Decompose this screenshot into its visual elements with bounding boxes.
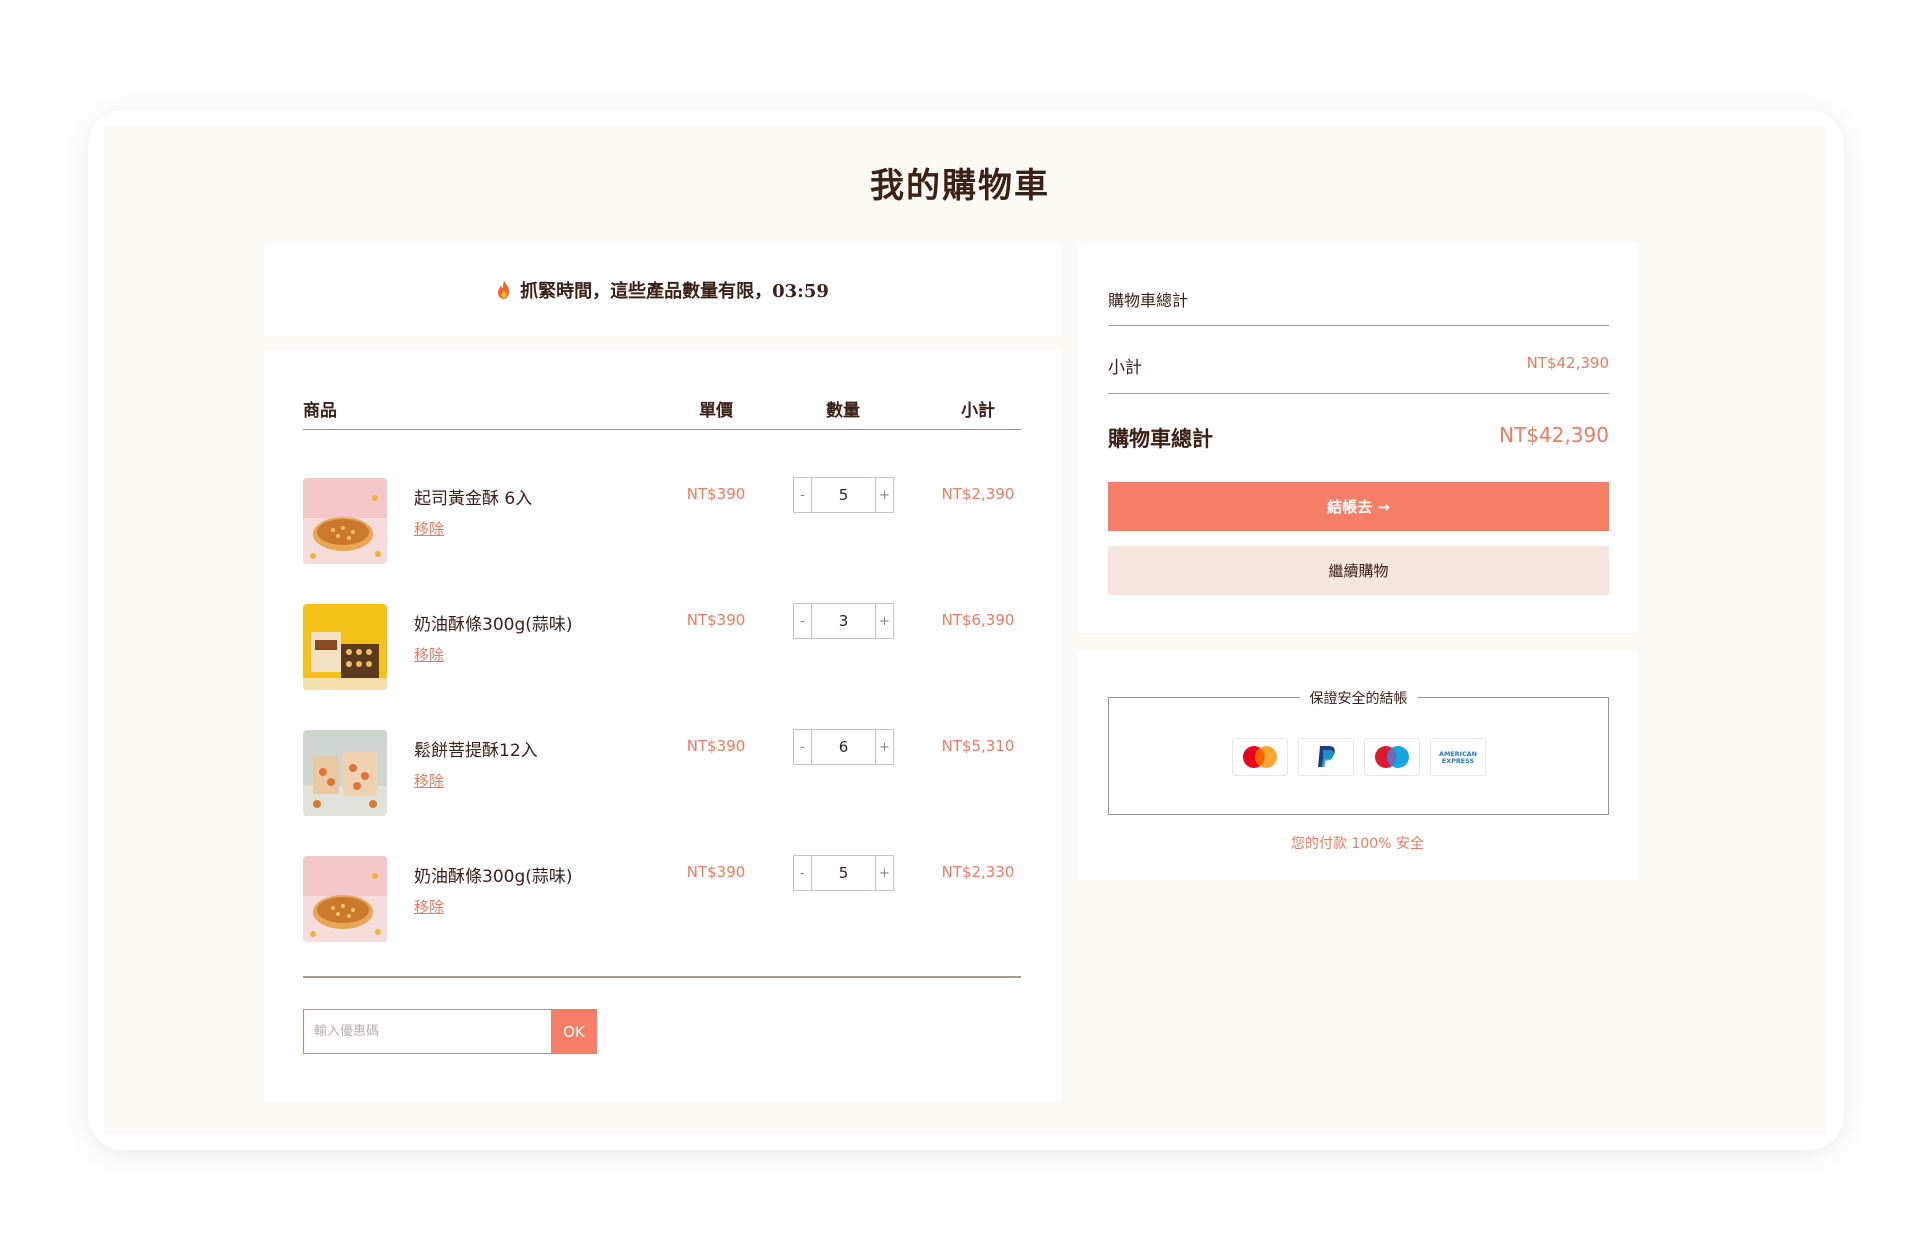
product-thumbnail	[303, 478, 387, 564]
product-thumbnail	[303, 730, 387, 816]
cart-row: 鬆餅菩提酥12入 移除 NT$390 - 6 + NT$5,310	[303, 729, 1021, 820]
remove-link[interactable]: 移除	[414, 518, 444, 539]
unit-price: NT$390	[686, 611, 746, 629]
line-subtotal: NT$2,390	[941, 485, 1015, 503]
column-price: 單價	[699, 401, 733, 421]
page-title: 我的購物車	[870, 166, 1050, 206]
cart-row: 奶油酥條300g(蒜味) 移除 NT$390 - 5 + NT$2,330	[303, 855, 1021, 946]
table-divider	[303, 976, 1021, 978]
decrease-button[interactable]: -	[794, 730, 812, 764]
product-name: 奶油酥條300g(蒜味)	[414, 867, 573, 887]
amex-text-line2: EXPRESS	[1441, 757, 1474, 765]
countdown-message: 抓緊時間，這些產品數量有限，	[520, 280, 773, 302]
quantity-value[interactable]: 6	[812, 730, 875, 764]
quantity-value[interactable]: 5	[812, 856, 875, 890]
increase-button[interactable]: +	[875, 856, 893, 890]
coupon-form: OK	[303, 1009, 597, 1054]
mastercard-icon	[1231, 738, 1288, 776]
secure-checkout-box: 保證安全的結帳 AMERICAN EXPRESS	[1108, 688, 1609, 815]
remove-link[interactable]: 移除	[414, 896, 444, 917]
summary-divider	[1108, 393, 1609, 394]
quantity-value[interactable]: 3	[812, 604, 875, 638]
quantity-stepper: - 3 +	[793, 603, 894, 639]
coupon-apply-button[interactable]: OK	[551, 1009, 597, 1054]
quantity-stepper: - 5 +	[793, 855, 894, 891]
total-value: NT$42,390	[1499, 423, 1609, 447]
subtotal-value: NT$42,390	[1526, 354, 1609, 372]
amex-icon: AMERICAN EXPRESS	[1429, 738, 1486, 776]
decrease-button[interactable]: -	[794, 478, 812, 512]
product-thumbnail	[303, 604, 387, 690]
cart-row: 奶油酥條300g(蒜味) 移除 NT$390 - 3 + NT$6,390	[303, 603, 1021, 694]
decrease-button[interactable]: -	[794, 604, 812, 638]
coupon-input[interactable]	[303, 1009, 551, 1054]
quantity-stepper: - 6 +	[793, 729, 894, 765]
secure-payment-card: 保證安全的結帳 AMERICAN EXPRESS 您的付款 100% 安全	[1077, 650, 1638, 880]
column-subtotal: 小計	[961, 401, 995, 421]
maestro-icon	[1363, 738, 1420, 776]
secure-checkout-title: 保證安全的結帳	[1299, 688, 1418, 708]
decrease-button[interactable]: -	[794, 856, 812, 890]
line-subtotal: NT$2,330	[941, 863, 1015, 881]
product-thumbnail	[303, 856, 387, 942]
product-name: 奶油酥條300g(蒜味)	[414, 615, 573, 635]
unit-price: NT$390	[686, 863, 746, 881]
countdown-banner: 抓緊時間，這些產品數量有限，03:59	[264, 243, 1061, 336]
product-name: 鬆餅菩提酥12入	[414, 741, 538, 761]
product-name: 起司黃金酥 6入	[414, 489, 533, 509]
cart-row: 起司黃金酥 6入 移除 NT$390 - 5 + NT$2,390	[303, 477, 1021, 568]
line-subtotal: NT$6,390	[941, 611, 1015, 629]
quantity-value[interactable]: 5	[812, 478, 875, 512]
checkout-button[interactable]: 結帳去 →	[1108, 482, 1609, 531]
increase-button[interactable]: +	[875, 478, 893, 512]
countdown-time: 03:59	[772, 280, 829, 302]
continue-shopping-button[interactable]: 繼續購物	[1108, 546, 1609, 595]
paypal-icon	[1297, 738, 1354, 776]
remove-link[interactable]: 移除	[414, 770, 444, 791]
secure-payment-note: 您的付款 100% 安全	[1291, 836, 1424, 852]
subtotal-label: 小計	[1108, 358, 1142, 378]
unit-price: NT$390	[686, 485, 746, 503]
remove-link[interactable]: 移除	[414, 644, 444, 665]
increase-button[interactable]: +	[875, 604, 893, 638]
total-label: 購物車總計	[1108, 426, 1213, 451]
cart-summary-card: 購物車總計 小計 NT$42,390 購物車總計 NT$42,390 結帳去 →…	[1077, 243, 1638, 633]
column-quantity: 數量	[826, 401, 860, 421]
cart-table-card: 商品 單價 數量 小計 起司黃金酥 6入 移除 NT$390 - 5 + NT$…	[264, 350, 1061, 1102]
unit-price: NT$390	[686, 737, 746, 755]
cart-table-header: 商品 單價 數量 小計	[303, 390, 1021, 430]
quantity-stepper: - 5 +	[793, 477, 894, 513]
fire-icon	[498, 279, 510, 299]
line-subtotal: NT$5,310	[941, 737, 1015, 755]
countdown-text: 抓緊時間，這些產品數量有限，03:59	[496, 277, 829, 303]
column-product: 商品	[303, 401, 337, 421]
increase-button[interactable]: +	[875, 730, 893, 764]
payment-icons: AMERICAN EXPRESS	[1109, 738, 1608, 776]
summary-title: 購物車總計	[1108, 291, 1189, 310]
summary-divider	[1108, 325, 1609, 326]
